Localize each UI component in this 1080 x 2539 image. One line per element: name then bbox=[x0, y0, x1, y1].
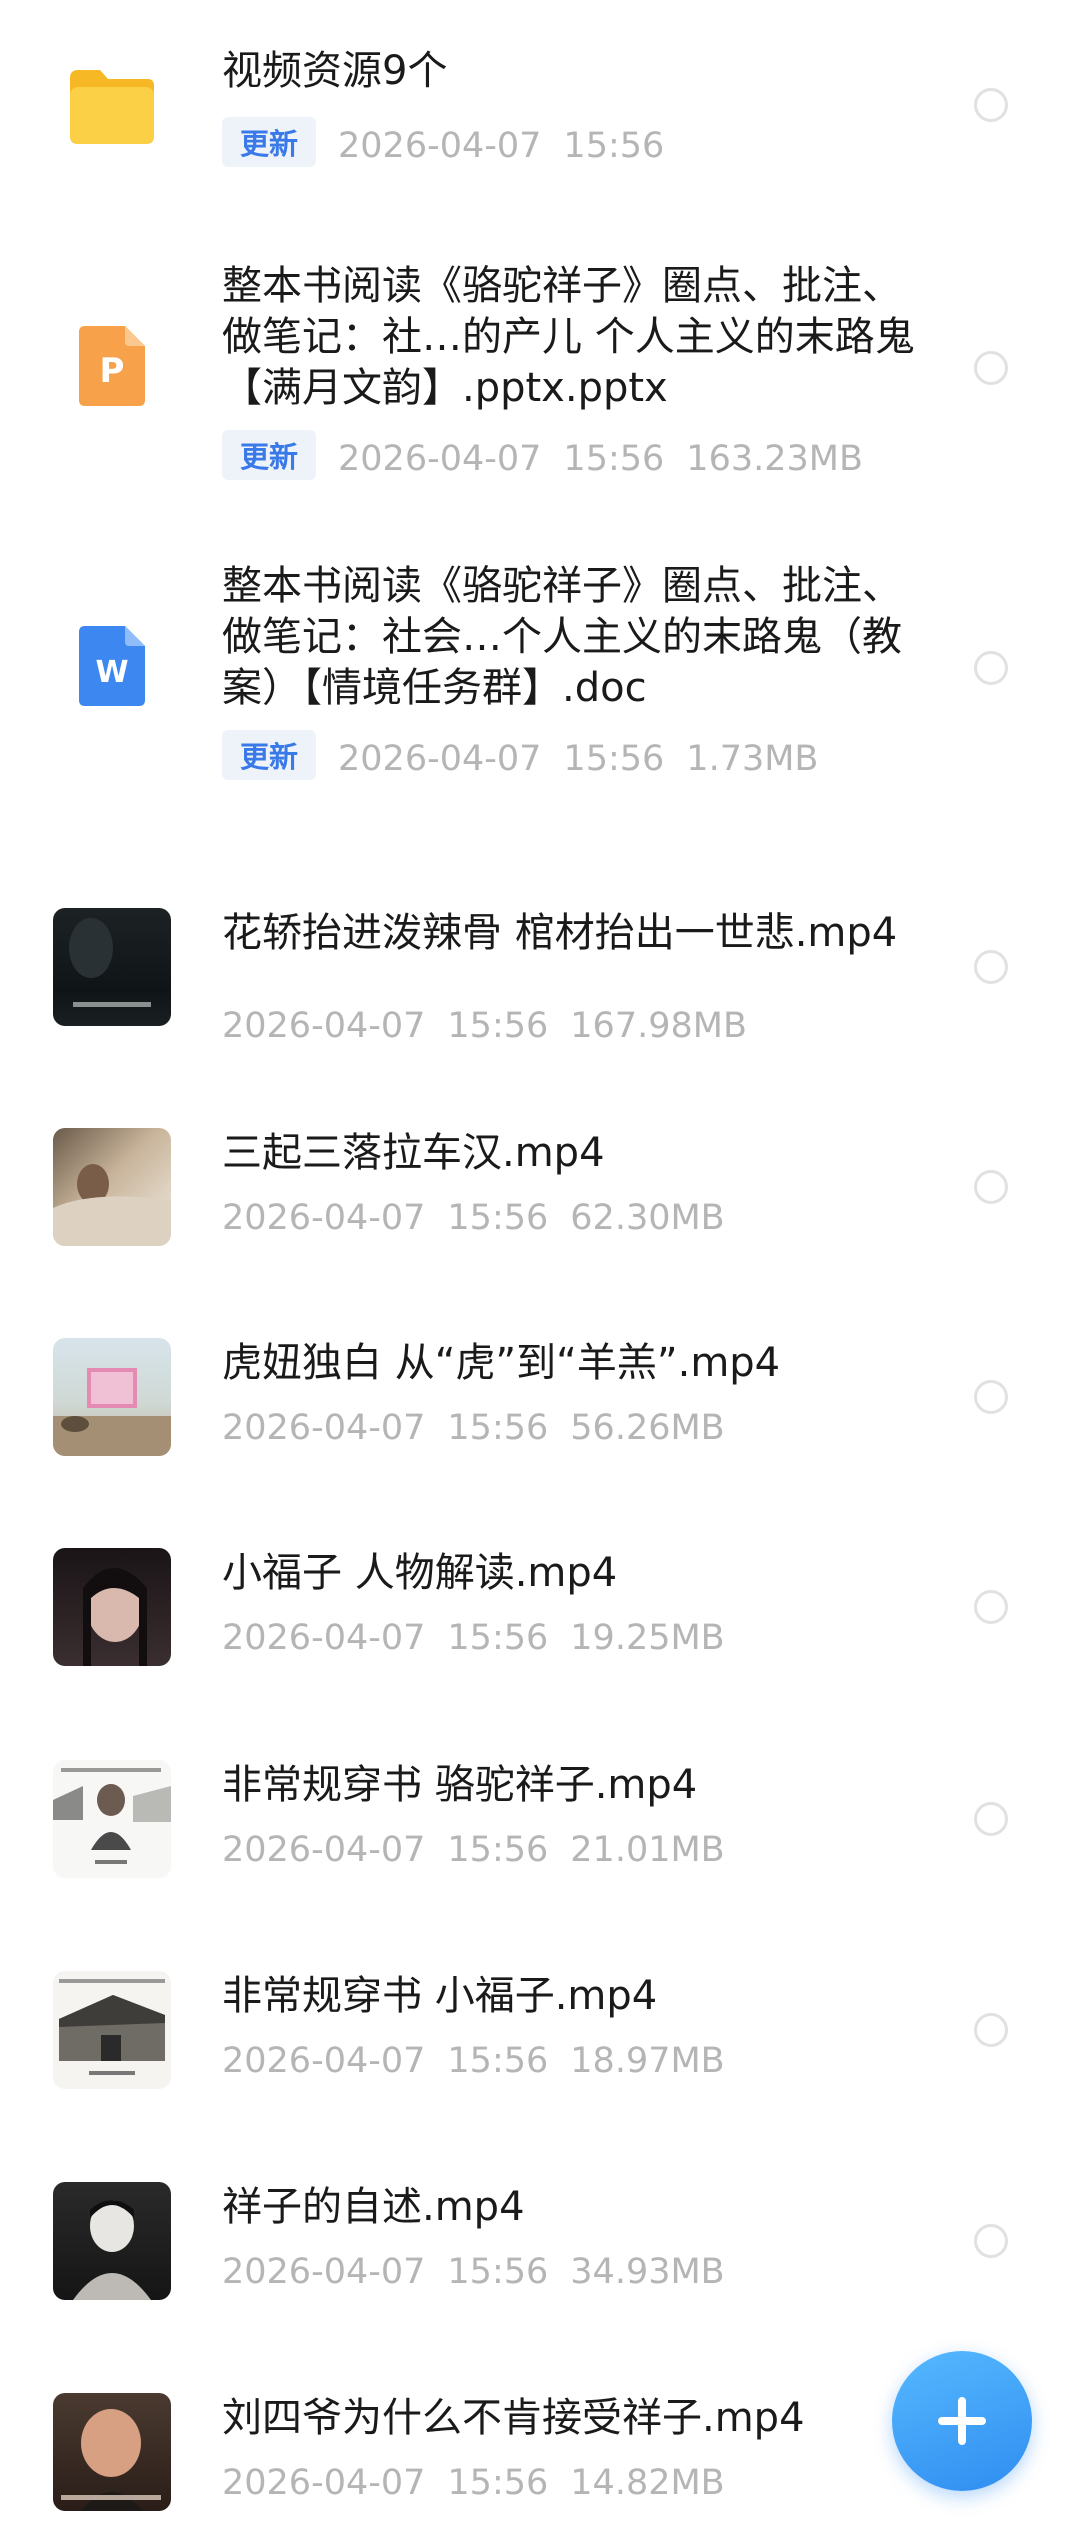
svg-text:P: P bbox=[100, 351, 125, 391]
video-thumbnail bbox=[53, 2182, 171, 2300]
file-time: 15:56 bbox=[447, 2463, 549, 2503]
select-radio[interactable] bbox=[974, 88, 1008, 122]
file-time: 15:56 bbox=[447, 1198, 549, 1238]
list-item[interactable]: 花轿抬进泼辣骨 棺材抬出一世悲.mp4 2026-04-07 15:56 167.9… bbox=[0, 870, 1080, 1070]
select-radio[interactable] bbox=[974, 1590, 1008, 1624]
file-meta: 2026-04-07 15:56 34.93MB bbox=[222, 2252, 747, 2292]
file-size: 21.01MB bbox=[570, 1830, 725, 1870]
video-thumbnail bbox=[53, 1338, 171, 1456]
list-item[interactable]: 小福子 人物解读.mp4 2026-04-07 15:56 19.25MB bbox=[0, 1530, 1080, 1700]
file-time: 15:56 bbox=[447, 2041, 549, 2081]
file-date: 2026-04-07 bbox=[338, 439, 542, 479]
file-name: 刘四爷为什么不肯接受祥子.mp4 bbox=[222, 2395, 805, 2441]
file-meta: 2026-04-07 15:56 18.97MB bbox=[222, 2041, 747, 2081]
file-time: 15:56 bbox=[447, 1830, 549, 1870]
update-badge: 更新 bbox=[222, 730, 317, 780]
file-time: 15:56 bbox=[563, 439, 665, 479]
file-time: 15:56 bbox=[447, 1618, 549, 1658]
video-thumbnail bbox=[53, 1971, 171, 2089]
file-name: 非常规穿书 骆驼祥子.mp4 bbox=[222, 1762, 698, 1808]
select-radio[interactable] bbox=[974, 2013, 1008, 2047]
file-list: 视频资源9个 更新 2026-04-07 15:56 P 整本书阅读《骆驼祥子》圈点… bbox=[0, 0, 1080, 2539]
file-name: 整本书阅读《骆驼祥子》圈点、批注、做笔记：社…的产儿 个人主义的末路鬼【满月文韵… bbox=[222, 263, 915, 411]
file-size: 62.30MB bbox=[570, 1198, 725, 1238]
file-meta: 更新 2026-04-07 15:56 1.73MB bbox=[222, 730, 840, 780]
select-radio[interactable] bbox=[974, 1170, 1008, 1204]
file-name: 虎妞独白 从“虎”到“羊羔”.mp4 bbox=[222, 1340, 781, 1386]
file-size: 19.25MB bbox=[570, 1618, 725, 1658]
select-radio[interactable] bbox=[974, 1802, 1008, 1836]
file-date: 2026-04-07 bbox=[222, 2252, 426, 2292]
select-radio[interactable] bbox=[974, 351, 1008, 385]
list-item[interactable]: P 整本书阅读《骆驼祥子》圈点、批注、做笔记：社…的产儿 个人主义的末路鬼【满月… bbox=[0, 240, 1080, 500]
list-item[interactable]: W 整本书阅读《骆驼祥子》圈点、批注、做笔记：社会…个人主义的末路鬼（教案）【情… bbox=[0, 540, 1080, 800]
select-radio[interactable] bbox=[974, 2224, 1008, 2258]
video-thumbnail bbox=[53, 1760, 171, 1878]
pptx-icon: P bbox=[53, 307, 171, 425]
file-date: 2026-04-07 bbox=[222, 2463, 426, 2503]
list-item[interactable]: 非常规穿书 骆驼祥子.mp4 2026-04-07 15:56 21.01MB bbox=[0, 1742, 1080, 1912]
file-size: 1.73MB bbox=[686, 739, 819, 779]
file-date: 2026-04-07 bbox=[222, 1618, 426, 1658]
video-thumbnail bbox=[53, 908, 171, 1026]
add-button[interactable] bbox=[892, 2351, 1032, 2491]
file-size: 18.97MB bbox=[570, 2041, 725, 2081]
file-date: 2026-04-07 bbox=[222, 1830, 426, 1870]
file-meta: 更新 2026-04-07 15:56 163.23MB bbox=[222, 430, 885, 480]
file-date: 2026-04-07 bbox=[338, 739, 542, 779]
svg-text:W: W bbox=[95, 655, 128, 690]
file-name: 三起三落拉车汉.mp4 bbox=[222, 1130, 605, 1176]
folder-icon bbox=[53, 47, 171, 165]
file-date: 2026-04-07 bbox=[222, 2041, 426, 2081]
select-radio[interactable] bbox=[974, 1380, 1008, 1414]
file-meta: 2026-04-07 15:56 19.25MB bbox=[222, 1618, 747, 1658]
video-thumbnail bbox=[53, 2393, 171, 2511]
file-time: 15:56 bbox=[563, 126, 665, 166]
file-time: 15:56 bbox=[447, 1408, 549, 1448]
list-item[interactable]: 祥子的自述.mp4 2026-04-07 15:56 34.93MB bbox=[0, 2164, 1080, 2334]
file-size: 167.98MB bbox=[570, 1006, 747, 1046]
file-name: 整本书阅读《骆驼祥子》圈点、批注、做笔记：社会…个人主义的末路鬼（教案）【情境任… bbox=[222, 563, 902, 711]
plus-icon bbox=[938, 2397, 986, 2445]
file-size: 34.93MB bbox=[570, 2252, 725, 2292]
file-name: 小福子 人物解读.mp4 bbox=[222, 1550, 618, 1596]
file-meta: 2026-04-07 15:56 62.30MB bbox=[222, 1198, 747, 1238]
file-meta: 2026-04-07 15:56 21.01MB bbox=[222, 1830, 747, 1870]
word-doc-icon: W bbox=[53, 607, 171, 725]
update-badge: 更新 bbox=[222, 430, 317, 480]
file-size: 163.23MB bbox=[686, 439, 863, 479]
file-name: 祥子的自述.mp4 bbox=[222, 2184, 525, 2230]
file-time: 15:56 bbox=[447, 1006, 549, 1046]
file-date: 2026-04-07 bbox=[222, 1198, 426, 1238]
select-radio[interactable] bbox=[974, 950, 1008, 984]
video-thumbnail bbox=[53, 1548, 171, 1666]
file-time: 15:56 bbox=[447, 2252, 549, 2292]
file-size: 56.26MB bbox=[570, 1408, 725, 1448]
file-size: 14.82MB bbox=[570, 2463, 725, 2503]
file-meta: 2026-04-07 15:56 167.98MB bbox=[222, 1006, 769, 1046]
file-meta: 更新 2026-04-07 15:56 bbox=[222, 117, 686, 167]
select-radio[interactable] bbox=[974, 651, 1008, 685]
video-thumbnail bbox=[53, 1128, 171, 1246]
list-item[interactable]: 非常规穿书 小福子.mp4 2026-04-07 15:56 18.97MB bbox=[0, 1953, 1080, 2123]
file-time: 15:56 bbox=[563, 739, 665, 779]
list-item[interactable]: 虎妞独白 从“虎”到“羊羔”.mp4 2026-04-07 15:56 56.26M… bbox=[0, 1320, 1080, 1490]
file-meta: 2026-04-07 15:56 56.26MB bbox=[222, 1408, 747, 1448]
file-date: 2026-04-07 bbox=[222, 1408, 426, 1448]
list-item[interactable]: 三起三落拉车汉.mp4 2026-04-07 15:56 62.30MB bbox=[0, 1110, 1080, 1280]
file-date: 2026-04-07 bbox=[222, 1006, 426, 1046]
update-badge: 更新 bbox=[222, 117, 317, 167]
file-name: 花轿抬进泼辣骨 棺材抬出一世悲.mp4 bbox=[222, 910, 898, 956]
file-date: 2026-04-07 bbox=[338, 126, 542, 166]
file-name: 视频资源9个 bbox=[222, 48, 448, 94]
file-meta: 2026-04-07 15:56 14.82MB bbox=[222, 2463, 747, 2503]
list-item[interactable]: 视频资源9个 更新 2026-04-07 15:56 bbox=[0, 0, 1080, 170]
file-name: 非常规穿书 小福子.mp4 bbox=[222, 1973, 658, 2019]
